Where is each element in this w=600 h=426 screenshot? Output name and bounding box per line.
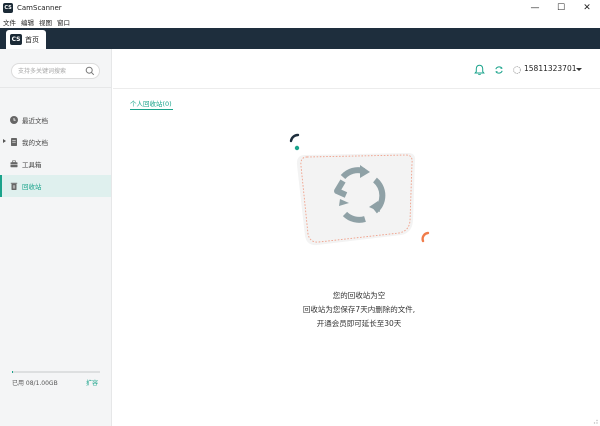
tab-home-label: 首页 — [25, 35, 39, 44]
sidebar-item-toolbox[interactable]: 工具箱 — [0, 153, 111, 175]
search-box — [11, 63, 100, 79]
sidebar-item-label: 我的文档 — [22, 139, 48, 147]
empty-state-description: 回收站为您保存7天内删除的文件, — [302, 305, 416, 314]
menu-bar: 文件 编辑 视图 窗口 — [0, 16, 600, 28]
tab-active-indicator — [130, 109, 173, 110]
toolbox-icon — [10, 160, 18, 168]
user-status-icon — [513, 66, 521, 74]
app-title: CamScanner — [17, 4, 62, 12]
storage-label: 已用 08/1.00GB — [12, 380, 58, 387]
menu-window[interactable]: 窗口 — [57, 17, 70, 27]
tab-personal-recycle-bin[interactable]: 个人回收站(0) — [130, 98, 172, 108]
user-account[interactable]: 15811323701 — [524, 64, 577, 73]
sidebar-item-label: 工具箱 — [22, 161, 42, 169]
empty-state-membership-hint: 开通会员即可延长至30天 — [316, 319, 402, 328]
sidebar-item-recycle-bin[interactable]: 回收站 — [0, 175, 111, 197]
tab-bar: CS 首页 — [0, 28, 600, 49]
trash-icon — [10, 182, 18, 190]
window-controls: — ☐ ✕ — [522, 0, 600, 16]
maximize-button[interactable]: ☐ — [548, 0, 574, 16]
document-icon — [11, 138, 17, 146]
sidebar-item-recent[interactable]: 最近文档 — [0, 109, 111, 131]
bell-icon[interactable] — [474, 64, 485, 76]
sidebar-item-my-docs[interactable]: 我的文档 — [0, 131, 111, 153]
chevron-down-icon[interactable] — [576, 68, 582, 71]
search-icon[interactable] — [85, 66, 95, 76]
empty-recycle-illustration — [289, 133, 430, 246]
content-divider — [113, 88, 600, 89]
close-button[interactable]: ✕ — [574, 0, 600, 16]
empty-state-title: 您的回收站为空 — [332, 291, 386, 300]
menu-view[interactable]: 视图 — [39, 17, 52, 27]
sync-icon[interactable] — [494, 65, 504, 75]
home-logo: CS — [10, 34, 22, 45]
clock-icon — [10, 116, 18, 124]
storage-progress — [12, 371, 100, 373]
minimize-button[interactable]: — — [522, 0, 548, 16]
sidebar-item-label: 回收站 — [22, 183, 42, 191]
sidebar-divider — [0, 87, 111, 88]
title-bar: CS CamScanner — ☐ ✕ — [0, 0, 600, 16]
menu-edit[interactable]: 编辑 — [21, 17, 34, 27]
sidebar-item-label: 最近文档 — [22, 117, 48, 125]
app-logo: CS — [3, 3, 13, 13]
sidebar: 最近文档 我的文档 工具箱 回收站 已用 08/1.00GB 扩容 — [0, 49, 112, 426]
expand-storage-link[interactable]: 扩容 — [86, 378, 98, 387]
resize-grip-icon[interactable] — [590, 416, 598, 424]
menu-file[interactable]: 文件 — [3, 17, 16, 27]
tab-home[interactable]: CS 首页 — [6, 30, 46, 49]
expand-arrow-icon[interactable] — [3, 139, 6, 143]
storage-progress-fill — [12, 371, 13, 373]
search-input[interactable] — [18, 67, 82, 76]
